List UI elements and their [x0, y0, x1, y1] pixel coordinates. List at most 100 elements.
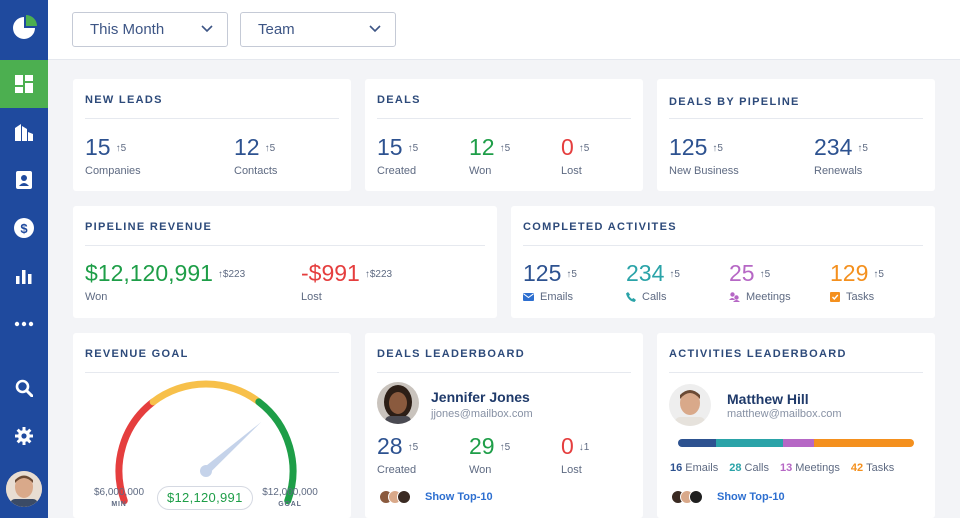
- new-leads-card: NEW LEADS 15 ↑5 Companies 12 ↑5 Contacts: [73, 79, 351, 191]
- meeting-icon: [729, 292, 740, 302]
- stat-companies[interactable]: 15 ↑5 Companies: [85, 134, 141, 177]
- bar-segment-tasks: [813, 439, 914, 447]
- divider: [85, 118, 339, 119]
- chevron-down-icon: [201, 25, 213, 33]
- stat-tasks[interactable]: 129 ↑5 Tasks: [830, 260, 884, 303]
- stat-meetings[interactable]: 25 ↑5 Meetings: [729, 260, 791, 303]
- stat-new-business[interactable]: 125 ↑5 New Business: [669, 134, 739, 177]
- top-avatars: [671, 490, 703, 504]
- show-top-10-link[interactable]: Show Top-10: [425, 491, 493, 503]
- team-dropdown[interactable]: Team: [240, 12, 396, 47]
- stat-label: Emails: [540, 291, 574, 303]
- leader-avatar[interactable]: [377, 382, 419, 424]
- stat-delta: ↓1: [578, 442, 590, 453]
- sidebar-item-settings[interactable]: [0, 412, 48, 460]
- divider: [377, 118, 631, 119]
- sidebar-item-companies[interactable]: [0, 108, 48, 156]
- show-top-10-link[interactable]: Show Top-10: [717, 491, 785, 503]
- sidebar-item-search[interactable]: [0, 364, 48, 412]
- top-avatars: [379, 490, 411, 504]
- card-title: NEW LEADS: [85, 94, 163, 106]
- chevron-down-icon: [369, 25, 381, 33]
- dashboard-icon: [15, 75, 33, 93]
- dollar-icon: $: [14, 218, 34, 238]
- divider: [669, 372, 923, 373]
- divider: [377, 372, 631, 373]
- activity-count-meetings: 13 Meetings: [780, 462, 840, 474]
- more-icon: [14, 321, 34, 327]
- stat-label: New Business: [669, 165, 739, 177]
- search-icon: [15, 379, 33, 397]
- stat-won[interactable]: 12 ↑5 Won: [469, 134, 510, 177]
- stat-contacts[interactable]: 12 ↑5 Contacts: [234, 134, 277, 177]
- stat-calls[interactable]: 234 ↑5 Calls: [626, 260, 680, 303]
- activity-counts: 16 Emails 28 Calls 13 Meetings 42 Tasks: [670, 462, 905, 474]
- stat-value: $12,120,991: [85, 260, 213, 286]
- activity-count-tasks: 42 Tasks: [851, 462, 894, 474]
- leader-stat-won: 29 ↑5 Won: [469, 433, 510, 476]
- stat-emails[interactable]: 125 ↑5 Emails: [523, 260, 577, 303]
- stat-created[interactable]: 15 ↑5 Created: [377, 134, 418, 177]
- stat-value: 12: [234, 134, 260, 160]
- sidebar-item-contacts[interactable]: [0, 156, 48, 204]
- stat-delta: ↑5: [566, 269, 577, 280]
- leader-name[interactable]: Jennifer Jones: [431, 389, 530, 405]
- sidebar-item-reports[interactable]: [0, 252, 48, 300]
- stat-label: Lost: [301, 291, 322, 303]
- stat-delta: ↑$223: [217, 269, 246, 280]
- sidebar-item-more[interactable]: [0, 300, 48, 348]
- stat-label: Created: [377, 165, 417, 177]
- stat-delta: ↑5: [499, 143, 511, 154]
- gauge-current-value: $12,120,991: [157, 486, 253, 510]
- gauge-hub: [200, 465, 212, 477]
- stat-revenue-lost[interactable]: -$991 ↑$223 Lost: [301, 260, 392, 303]
- stat-delta: ↑5: [264, 143, 276, 154]
- logo-icon[interactable]: [10, 14, 38, 42]
- deals-leaderboard-card: DEALS LEADERBOARD Jennifer Jones jjones@…: [365, 333, 643, 518]
- stat-label: Companies: [85, 165, 141, 177]
- leader-name[interactable]: Matthew Hill: [727, 391, 809, 407]
- phone-icon: [626, 292, 636, 302]
- stat-label: Contacts: [234, 165, 278, 177]
- gauge-arc-mid: [149, 380, 263, 406]
- gauge-max-caption: GOAL: [278, 501, 302, 508]
- stat-label: Lost: [561, 464, 582, 476]
- stat-label: Tasks: [846, 291, 875, 303]
- team-dropdown-value: Team: [258, 21, 295, 38]
- gauge-min-value: $6,000,000: [93, 487, 145, 498]
- gauge-max-value: $12,000,000: [262, 487, 318, 498]
- gauge-arc-high: [255, 398, 297, 505]
- leader-avatar[interactable]: [669, 384, 711, 426]
- stat-value: 0: [561, 134, 574, 160]
- buildings-icon: [15, 124, 33, 141]
- stat-value: 125: [669, 134, 708, 160]
- gear-icon: [15, 427, 33, 445]
- divider: [523, 245, 923, 246]
- stat-revenue-won[interactable]: $12,120,991 ↑$223 Won: [85, 260, 245, 303]
- stat-delta: ↑5: [669, 269, 680, 280]
- period-dropdown[interactable]: This Month: [72, 12, 228, 47]
- activities-leaderboard-card: ACTIVITIES LEADERBOARD Matthew Hill matt…: [657, 333, 935, 518]
- stat-lost[interactable]: 0 ↑5 Lost: [561, 134, 589, 177]
- stat-value: 28: [377, 433, 403, 459]
- stat-value: 29: [469, 433, 495, 459]
- stat-delta: ↑5: [407, 442, 419, 453]
- activity-count-emails: 16 Emails: [670, 462, 718, 474]
- stat-value: 12: [469, 134, 495, 160]
- activity-count-value: 13: [779, 462, 793, 474]
- card-title: DEALS: [377, 94, 421, 106]
- activity-count-label: Meetings: [795, 462, 840, 474]
- stat-delta: ↑5: [873, 269, 884, 280]
- user-avatar[interactable]: [6, 471, 42, 507]
- stat-delta: ↑5: [499, 442, 511, 453]
- card-title: PIPELINE REVENUE: [85, 221, 213, 233]
- stat-value: 129: [830, 260, 869, 286]
- stat-value: 15: [377, 134, 403, 160]
- stat-delta: ↑$223: [364, 269, 393, 280]
- sidebar-item-revenue[interactable]: $: [0, 204, 48, 252]
- activity-count-label: Emails: [685, 462, 719, 474]
- stat-renewals[interactable]: 234 ↑5 Renewals: [814, 134, 868, 177]
- divider: [85, 245, 485, 246]
- sidebar-item-dashboard[interactable]: [0, 60, 48, 108]
- stat-delta: ↑5: [712, 143, 723, 154]
